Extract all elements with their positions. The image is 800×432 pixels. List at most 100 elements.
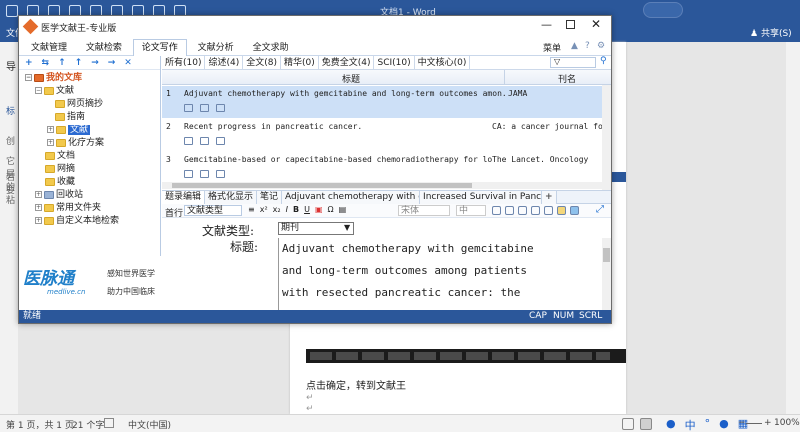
tree-item[interactable]: 网摘	[45, 163, 75, 175]
add-tab-button[interactable]: +	[542, 191, 557, 204]
move-top-icon[interactable]: ↑	[75, 56, 83, 70]
list-hscrollbar[interactable]	[162, 182, 602, 189]
zoom-out-button[interactable]: −	[738, 418, 746, 428]
expand-icon[interactable]: +	[47, 126, 54, 133]
symbol-icon[interactable]: Ω	[328, 205, 334, 214]
ribbon-display-toggle[interactable]	[643, 2, 683, 18]
help-icon[interactable]: ?	[585, 41, 590, 51]
zoom-in-button[interactable]: +	[764, 418, 772, 428]
read-mode-icon[interactable]	[622, 418, 634, 430]
ad-banner[interactable]: 医脉通 medlive.cn 感知世界医学 助力中国临床	[19, 256, 161, 310]
status-language[interactable]: 中文(中国)	[128, 418, 171, 431]
menu-button[interactable]: 菜单	[543, 41, 561, 54]
expand-icon[interactable]: +	[35, 191, 42, 198]
filter-core[interactable]: 中文核心(0)	[415, 56, 471, 70]
print-layout-icon[interactable]	[640, 418, 652, 430]
mail-icon[interactable]	[184, 104, 193, 112]
list-scrollbar[interactable]	[602, 85, 611, 190]
add-folder-icon[interactable]: +	[25, 56, 33, 70]
collapse-icon[interactable]: −	[35, 87, 42, 94]
underline-button[interactable]: U	[304, 205, 310, 214]
tree-item[interactable]: + 常用文件夹	[35, 202, 101, 214]
indent-icon[interactable]	[544, 206, 553, 215]
punctuation-icon[interactable]: °	[705, 417, 711, 432]
settings-icon[interactable]: ⚙	[597, 41, 605, 51]
minimize-button[interactable]: —	[541, 18, 552, 31]
mic-icon[interactable]: ●	[719, 417, 729, 432]
text-color-icon[interactable]	[492, 206, 501, 215]
italic-button[interactable]: I	[286, 205, 288, 214]
word-scrollbar[interactable]	[786, 42, 800, 414]
tab-document-1[interactable]: Adjuvant chemotherapy with gemci...	[282, 191, 421, 204]
fullscreen-icon[interactable]: ⤢	[596, 204, 604, 215]
table-icon[interactable]	[518, 206, 527, 215]
zoom-level[interactable]: 100%	[774, 418, 800, 428]
attachment-icon[interactable]	[216, 137, 225, 145]
image-icon[interactable]	[570, 206, 579, 215]
status-word-count[interactable]: 21 个字	[72, 418, 104, 431]
filter-review[interactable]: 综述(4)	[205, 56, 244, 70]
font-size-select[interactable]: 中	[456, 205, 486, 216]
note-icon[interactable]	[200, 170, 209, 178]
filter-dropdown-icon[interactable]: ▽	[554, 57, 560, 66]
close-button[interactable]: ✕	[591, 17, 601, 31]
proofing-icon[interactable]	[104, 418, 114, 428]
align-button[interactable]: ≡	[248, 205, 255, 214]
zoom-slider[interactable]	[746, 423, 762, 424]
tree-item[interactable]: + 回收站	[35, 189, 83, 201]
list-icon[interactable]	[531, 206, 540, 215]
tab-formatted-view[interactable]: 格式化显示	[205, 191, 258, 204]
filter-free-fulltext[interactable]: 免费全文(4)	[319, 56, 375, 70]
maximize-button[interactable]	[566, 20, 575, 29]
bold-button[interactable]: B	[293, 205, 299, 214]
type-select[interactable]: 期刊	[278, 222, 354, 235]
move-right-icon[interactable]: →	[91, 56, 99, 70]
column-journal[interactable]: 刊名	[558, 72, 576, 85]
tab-document-2[interactable]: Increased Survival in Pancreatic...	[420, 191, 543, 204]
format-icon[interactable]: ▤	[339, 205, 347, 214]
mail-icon[interactable]	[184, 170, 193, 178]
filter-featured[interactable]: 精华(0)	[281, 56, 319, 70]
like-icon[interactable]: ▲	[571, 41, 578, 51]
attachment-icon[interactable]	[216, 170, 225, 178]
tree-item-selected[interactable]: + 文献	[47, 124, 91, 136]
tree-item[interactable]: 文档	[45, 150, 75, 162]
hscroll-thumb[interactable]	[172, 183, 472, 188]
subscript-button[interactable]: x₂	[273, 205, 281, 214]
table-row[interactable]: 2 Recent progress in pancreatic cancer. …	[162, 119, 602, 151]
tab-record-edit[interactable]: 题录编辑	[162, 191, 206, 204]
table-row[interactable]: 3 Gemcitabine-based or capecitabine-base…	[162, 152, 602, 184]
highlight-icon[interactable]	[505, 206, 514, 215]
paw-icon[interactable]: ●	[666, 417, 676, 432]
tree-item[interactable]: 收藏	[45, 176, 75, 188]
column-divider[interactable]	[504, 70, 505, 85]
link-icon[interactable]: ⇆	[42, 56, 50, 70]
superscript-button[interactable]: x²	[260, 205, 268, 214]
tree-item[interactable]: 指南	[55, 111, 85, 123]
ime-chinese-icon[interactable]: 中	[685, 417, 696, 432]
collapse-icon[interactable]: −	[25, 74, 32, 81]
tree-item[interactable]: + 化疗方案	[47, 137, 104, 149]
move-end-icon[interactable]: →	[108, 56, 116, 70]
expand-icon[interactable]: +	[35, 217, 42, 224]
menu-paper-writing[interactable]: 论文写作	[132, 39, 187, 57]
doc-paragraph[interactable]: 点击确定，转到文献王	[306, 377, 406, 392]
tree-item[interactable]: + 自定义本地检索	[35, 215, 119, 227]
attachment-icon[interactable]	[216, 104, 225, 112]
share-button[interactable]: ♟ 共享(S)	[750, 26, 792, 39]
tree-item[interactable]: − 文献	[35, 85, 74, 97]
filter-all[interactable]: 所有(10)	[162, 56, 206, 70]
table-row[interactable]: 1 Adjuvant chemotherapy with gemcitabine…	[162, 86, 602, 118]
status-pages[interactable]: 第 1 页，共 1 页	[6, 418, 74, 431]
expand-icon[interactable]: +	[47, 139, 54, 146]
mail-icon[interactable]	[184, 137, 193, 145]
chevron-down-icon[interactable]: ▼	[344, 223, 350, 232]
editor-scrollbar[interactable]	[602, 238, 611, 310]
tree-root[interactable]: − 我的文库	[25, 72, 82, 84]
folder-icon[interactable]	[557, 206, 566, 215]
filter-fulltext[interactable]: 全文(8)	[243, 56, 281, 70]
clear-format-icon[interactable]: ▣	[315, 205, 323, 214]
note-icon[interactable]	[200, 104, 209, 112]
note-icon[interactable]	[200, 137, 209, 145]
expand-icon[interactable]: +	[35, 204, 42, 211]
